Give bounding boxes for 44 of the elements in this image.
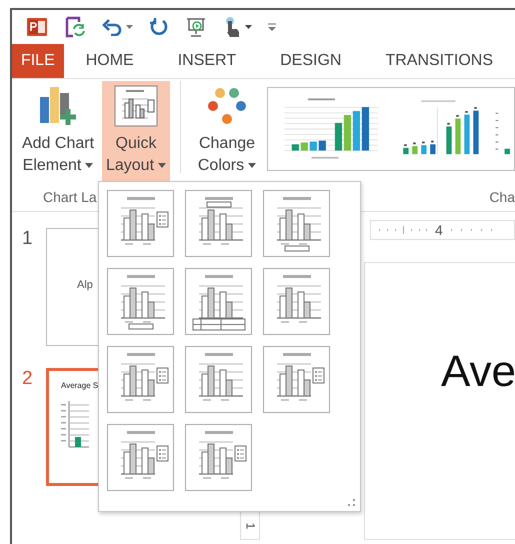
chart-layout-option[interactable] xyxy=(263,190,330,257)
ribbon-tab[interactable]: FILE xyxy=(12,44,64,78)
slide-number: 1 xyxy=(21,228,34,251)
ruler-ticks-icon xyxy=(450,226,492,234)
ruler-number: 1 xyxy=(243,522,257,530)
resize-grip-icon[interactable] xyxy=(348,499,356,507)
undo-icon[interactable] xyxy=(102,18,122,36)
ruler-ticks-icon xyxy=(379,226,427,234)
chart-drawing xyxy=(59,399,89,449)
chart-layout-option[interactable] xyxy=(107,190,174,257)
powerpoint-logo-icon[interactable] xyxy=(26,16,48,38)
slide-title: Alp xyxy=(77,279,93,291)
chart-layout-option[interactable] xyxy=(107,346,174,413)
chart-layout-option[interactable] xyxy=(107,424,174,491)
caret-icon[interactable] xyxy=(126,24,133,30)
chart-layout-option[interactable] xyxy=(185,424,252,491)
caret-icon[interactable] xyxy=(245,24,252,30)
group-label: Cha xyxy=(489,189,515,205)
ribbon-tab[interactable]: DESIGN xyxy=(258,44,364,78)
group-label: Chart La xyxy=(43,189,97,205)
sync-icon[interactable] xyxy=(64,16,86,38)
chart-layout-option[interactable] xyxy=(185,190,252,257)
ribbon-tab[interactable]: INSERT xyxy=(156,44,258,78)
ribbon-tab[interactable]: HOME xyxy=(64,44,156,78)
chart-layout-option[interactable] xyxy=(263,346,330,413)
chart-layout-icon xyxy=(114,85,158,127)
customize-menu-icon[interactable] xyxy=(268,23,276,31)
chart-layout-option[interactable] xyxy=(263,268,330,335)
presenter-icon[interactable] xyxy=(185,16,207,38)
chart-layout-option[interactable] xyxy=(107,268,174,335)
add-chart-element-icon xyxy=(38,85,78,127)
color-dots-icon xyxy=(207,85,247,127)
slide-title: Average S xyxy=(61,381,98,390)
touch-icon[interactable] xyxy=(223,16,241,38)
ribbon-button[interactable]: Quick Layout xyxy=(102,81,170,181)
ruler-number: 4 xyxy=(435,222,443,238)
chart-layout-option[interactable] xyxy=(185,346,252,413)
redo-icon[interactable] xyxy=(149,17,169,37)
ribbon-button[interactable]: Add Chart Element xyxy=(18,81,98,181)
chart-layout-option[interactable] xyxy=(185,268,252,335)
slide-number: 2 xyxy=(21,368,34,391)
ribbon-tab[interactable]: TRANSITIONS xyxy=(363,44,515,78)
slide-title: Ave xyxy=(441,347,515,397)
ribbon-button[interactable]: Change Colors xyxy=(191,81,263,181)
